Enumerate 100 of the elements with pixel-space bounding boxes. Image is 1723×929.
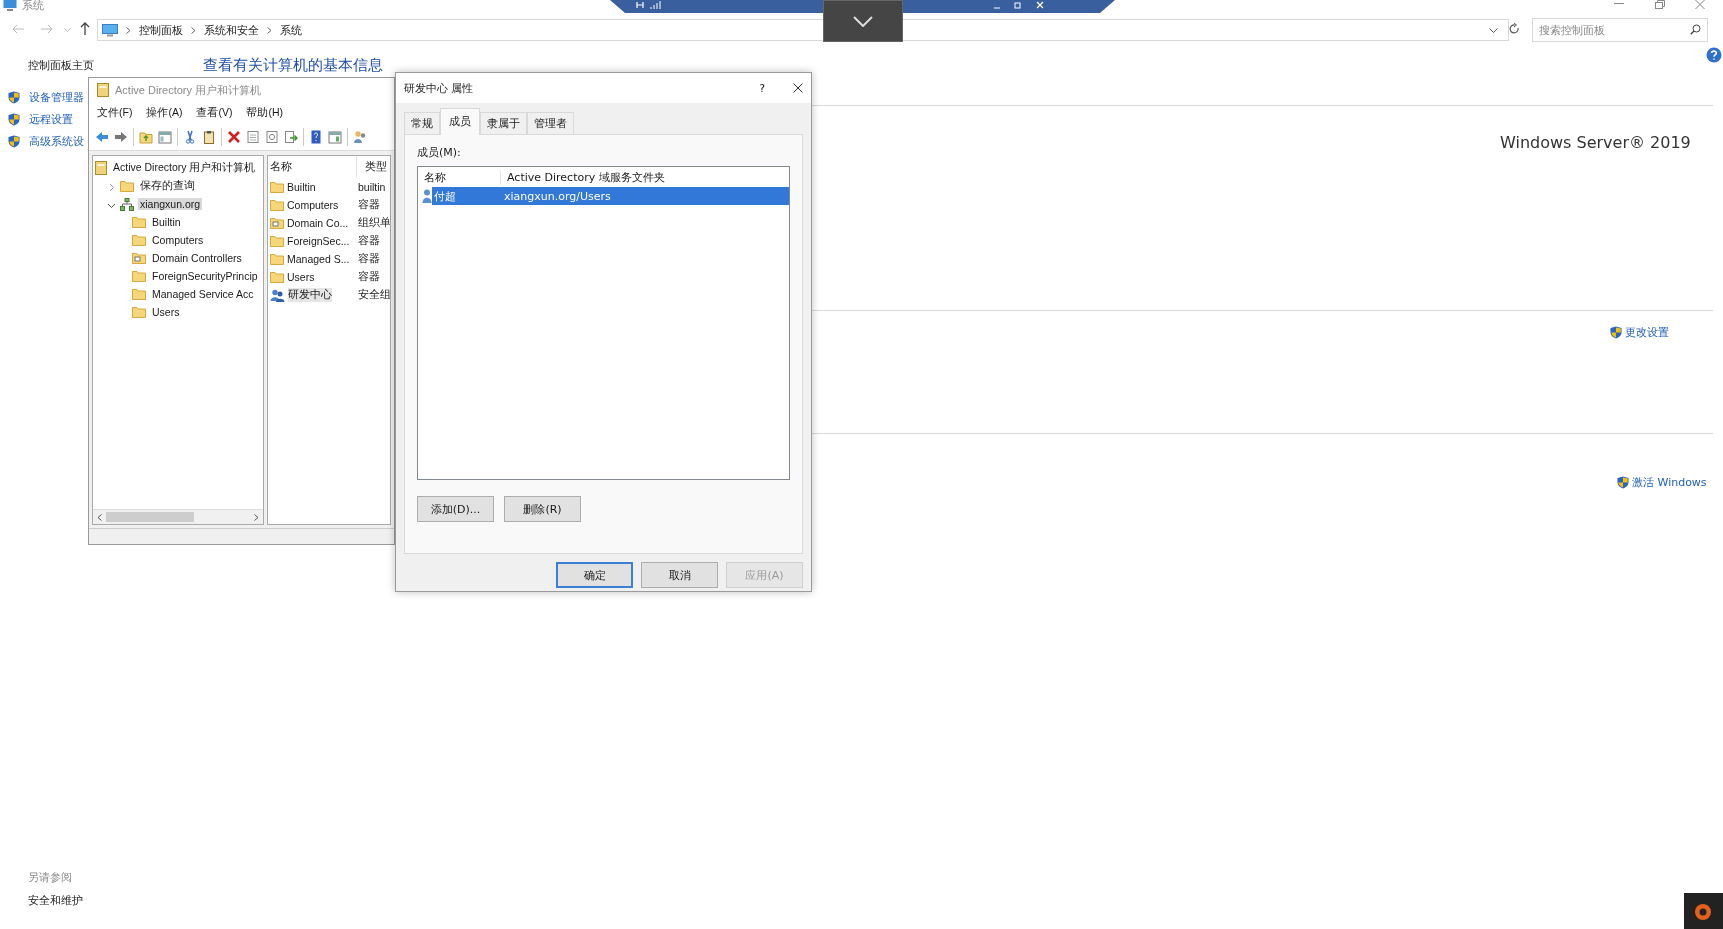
- chevron-down-icon: [853, 15, 873, 27]
- delete-icon[interactable]: [227, 130, 241, 144]
- table-cell: 容器: [358, 270, 380, 284]
- column-header[interactable]: 名称: [270, 160, 292, 174]
- tree-item[interactable]: Domain Controllers: [150, 252, 244, 264]
- members-label: 成员(M):: [417, 145, 462, 160]
- tree-item[interactable]: xiangxun.org: [138, 198, 203, 210]
- sidebar-link[interactable]: 高级系统设: [23, 134, 84, 149]
- list-item[interactable]: Managed S...: [287, 253, 350, 265]
- list-item[interactable]: 研发中心: [288, 288, 332, 302]
- chevron-right-icon: [126, 26, 131, 34]
- close-icon[interactable]: [793, 83, 803, 93]
- tree-item[interactable]: Managed Service Acc: [150, 288, 256, 300]
- menu-item[interactable]: 文件(F): [97, 106, 133, 120]
- up-folder-icon[interactable]: [139, 130, 153, 144]
- member-row[interactable]: 付超 xiangxun.org/Users: [432, 187, 789, 205]
- edition-text: Windows Server® 2019: [1500, 133, 1691, 152]
- column-header[interactable]: 类型: [359, 160, 387, 174]
- tree-item[interactable]: Computers: [150, 234, 206, 246]
- tray-icon[interactable]: [1684, 893, 1723, 929]
- forward-arrow-icon[interactable]: [114, 130, 128, 144]
- change-settings-link[interactable]: 更改设置: [1625, 325, 1669, 340]
- help-book-icon[interactable]: [309, 130, 323, 144]
- folder-icon: [132, 270, 146, 282]
- refresh-icon[interactable]: [265, 130, 279, 144]
- sidebar-link[interactable]: 设备管理器: [23, 90, 84, 105]
- sidebar-link[interactable]: 远程设置: [23, 112, 73, 127]
- tab[interactable]: 管理者: [527, 112, 574, 134]
- breadcrumb-item[interactable]: 控制面板: [139, 22, 183, 38]
- column-header[interactable]: 名称: [418, 169, 501, 185]
- back-arrow-icon[interactable]: [12, 24, 25, 34]
- shield-icon: [1617, 476, 1629, 489]
- folder-icon: [270, 199, 284, 211]
- breadcrumb-item[interactable]: 系统和安全: [204, 22, 259, 38]
- horizontal-scrollbar[interactable]: [93, 509, 263, 525]
- table-cell: 容器: [358, 198, 380, 212]
- window-title: Active Directory 用户和计算机: [115, 82, 262, 98]
- help-button[interactable]: ?: [759, 81, 785, 95]
- folder-icon: [132, 216, 146, 228]
- breadcrumb-item[interactable]: 系统: [280, 22, 302, 38]
- list-item[interactable]: Computers: [287, 199, 339, 211]
- console-tree-icon[interactable]: [158, 130, 172, 144]
- collapsed-chevron-icon[interactable]: [107, 182, 116, 192]
- table-cell: 容器: [358, 252, 380, 266]
- list-item[interactable]: Builtin: [287, 181, 316, 193]
- add-button[interactable]: 添加(D)...: [417, 496, 494, 522]
- see-also-title: 另请参阅: [28, 870, 72, 885]
- export-icon[interactable]: [284, 130, 298, 144]
- remove-button[interactable]: 删除(R): [504, 496, 581, 522]
- minimize-icon[interactable]: [1614, 3, 1624, 5]
- back-arrow-icon[interactable]: [95, 130, 109, 144]
- table-cell: 安全组: [358, 288, 390, 302]
- list-item[interactable]: Domain Co...: [287, 217, 349, 229]
- list-item[interactable]: ForeignSec...: [287, 235, 350, 247]
- up-arrow-icon[interactable]: [80, 22, 90, 35]
- dialog-button[interactable]: 确定: [556, 562, 633, 588]
- column-header[interactable]: Active Directory 域服务文件夹: [501, 169, 671, 185]
- table-cell: 容器: [358, 234, 380, 248]
- forward-arrow-icon[interactable]: [40, 24, 53, 34]
- tree-item[interactable]: Users: [150, 306, 182, 318]
- user-icon: [422, 189, 432, 203]
- shield-icon: [1610, 326, 1622, 339]
- window-title: 系统: [22, 0, 44, 13]
- menu-item[interactable]: 帮助(H): [246, 106, 283, 120]
- users-icon[interactable]: [353, 130, 367, 144]
- scissors-icon[interactable]: [183, 130, 197, 144]
- tree-item[interactable]: Builtin: [150, 216, 183, 228]
- tab[interactable]: 常规: [404, 112, 440, 134]
- tree-item[interactable]: 保存的查询: [138, 179, 197, 193]
- search-icon: [1690, 24, 1701, 35]
- menu-item[interactable]: 查看(V): [196, 106, 233, 120]
- folder-icon: [132, 252, 146, 264]
- clipboard-icon[interactable]: [202, 130, 216, 144]
- members-list[interactable]: 名称 Active Directory 域服务文件夹 付超 xiangxun.org/Users: [417, 166, 790, 480]
- shield-icon: [8, 135, 20, 148]
- monitor-icon: [102, 23, 118, 37]
- sidebar-home-link[interactable]: 控制面板主页: [28, 58, 94, 73]
- list-item[interactable]: Users: [287, 271, 315, 283]
- tree-item[interactable]: Active Directory 用户和计算机: [111, 161, 258, 175]
- folder-icon: [132, 234, 146, 246]
- tab[interactable]: 隶属于: [480, 112, 527, 134]
- page-heading: 查看有关计算机的基本信息: [203, 56, 383, 75]
- activate-windows-link[interactable]: 激活 Windows: [1632, 475, 1707, 490]
- search-field[interactable]: 搜索控制面板: [1532, 18, 1708, 42]
- tab[interactable]: 成员: [440, 108, 480, 135]
- folder-icon: [132, 288, 146, 300]
- help-icon[interactable]: [1706, 47, 1722, 63]
- group-icon: [270, 288, 285, 302]
- restore-icon[interactable]: [1655, 0, 1665, 9]
- table-cell: builtin: [358, 181, 386, 193]
- scroll-right-icon[interactable]: [254, 513, 259, 521]
- see-also-link[interactable]: 安全和维护: [28, 893, 83, 908]
- refresh-icon[interactable]: [1509, 23, 1520, 35]
- menu-item[interactable]: 操作(A): [146, 106, 183, 120]
- scroll-left-icon[interactable]: [97, 513, 102, 521]
- tree-item[interactable]: ForeignSecurityPrincip: [150, 270, 260, 282]
- view-pane-icon[interactable]: [328, 130, 342, 144]
- properties-icon[interactable]: [246, 130, 260, 144]
- dropdown-chevron-icon[interactable]: [1489, 28, 1498, 34]
- dialog-button[interactable]: 取消: [641, 562, 718, 588]
